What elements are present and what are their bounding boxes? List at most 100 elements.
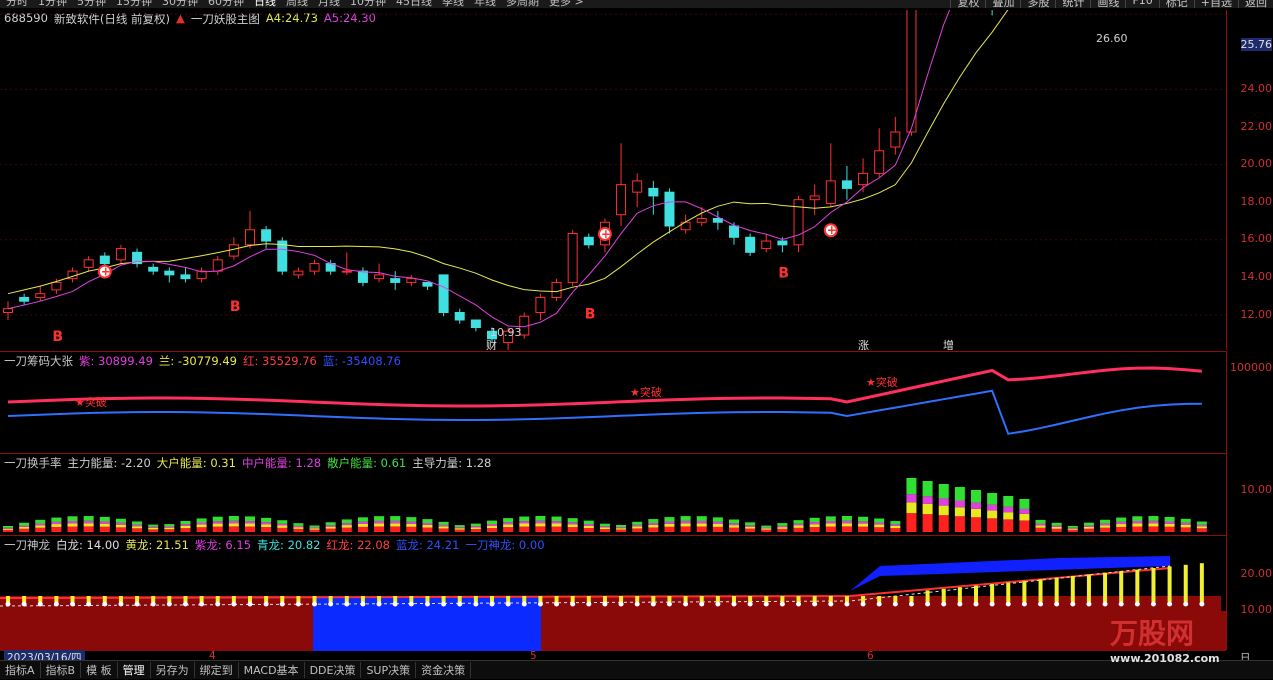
tool-1[interactable]: 叠加 xyxy=(985,0,1020,9)
candle-body xyxy=(567,233,578,283)
turnover-green-bar xyxy=(535,516,546,521)
turnover-purple-bar xyxy=(148,526,159,528)
tool-3[interactable]: 统计 xyxy=(1055,0,1090,9)
period-8[interactable]: 月线 xyxy=(318,0,340,9)
turnover-purple-bar xyxy=(325,525,336,527)
bottom-tab-6[interactable]: MACD基本 xyxy=(239,662,305,678)
turnover-yellow-bar xyxy=(551,523,562,527)
period-6[interactable]: 日线 xyxy=(254,0,276,9)
dragon-yellow-bar xyxy=(780,596,785,602)
dragon-dot xyxy=(247,601,253,607)
bottom-tab-0[interactable]: 指标A xyxy=(0,662,41,678)
turnover-red-bar xyxy=(341,527,352,532)
turnover-green-bar xyxy=(1100,519,1111,524)
period-2[interactable]: 5分钟 xyxy=(77,0,106,9)
dragon-dot xyxy=(199,601,205,607)
bottom-tab-2[interactable]: 模 板 xyxy=(81,662,118,678)
dragon-dot xyxy=(392,601,398,607)
price-tick: 24.00 xyxy=(1240,82,1273,95)
period-4[interactable]: 30分钟 xyxy=(162,0,198,9)
dragon-panel[interactable]: 一刀神龙 白龙: 14.00 黄龙: 21.51 紫龙: 6.15 青龙: 20… xyxy=(0,535,1226,651)
dragon-dot xyxy=(683,601,689,607)
tool-8[interactable]: 返回 xyxy=(1238,0,1273,9)
dragon-dot xyxy=(150,601,156,607)
turnover-green-bar xyxy=(390,516,401,521)
turnover-purple-bar xyxy=(825,521,836,524)
turnover-purple-bar xyxy=(261,522,272,525)
bottom-tab-8[interactable]: SUP决策 xyxy=(361,662,417,678)
turnover-yellow-bar xyxy=(1196,526,1207,529)
turnover-red-bar xyxy=(309,529,320,532)
turnover-axis-label: 10.00 xyxy=(1240,483,1273,496)
period-3[interactable]: 15分钟 xyxy=(116,0,152,9)
turnover-green-bar xyxy=(1196,521,1207,525)
dragon-dot xyxy=(1167,601,1173,607)
turnover-purple-bar xyxy=(971,502,981,509)
dragon-dot xyxy=(263,601,269,607)
turnover-yellow-bar xyxy=(858,523,869,527)
candle-body xyxy=(293,270,304,276)
turnover-red-bar xyxy=(245,526,255,532)
candle-body xyxy=(115,248,126,261)
turnover-red-bar xyxy=(664,526,675,532)
turnover-green-bar xyxy=(470,523,481,527)
turnover-panel[interactable]: 一刀换手率 主力能量: -2.20 大户能量: 0.31 中户能量: 1.28 … xyxy=(0,453,1226,536)
turnover-purple-bar xyxy=(357,521,368,524)
bottom-tab-5[interactable]: 绑定到 xyxy=(195,662,239,678)
period-7[interactable]: 周线 xyxy=(286,0,308,9)
period-14[interactable]: 更多 > xyxy=(549,0,584,9)
turnover-green-bar xyxy=(1116,517,1127,522)
tool-5[interactable]: F10 xyxy=(1125,0,1158,8)
period-9[interactable]: 10分钟 xyxy=(350,0,386,9)
period-13[interactable]: 多周期 xyxy=(506,0,539,9)
bottom-tab-1[interactable]: 指标B xyxy=(41,662,82,678)
period-0[interactable]: 分时 xyxy=(6,0,28,9)
dragon-dot xyxy=(360,601,366,607)
dragon-red-line xyxy=(0,567,1171,599)
period-5[interactable]: 60分钟 xyxy=(208,0,244,9)
turnover-green-bar xyxy=(487,520,497,524)
dragon-yellow-bar xyxy=(812,596,817,602)
dragon-yellow-bar xyxy=(957,587,962,602)
dragon-dot xyxy=(957,601,963,607)
main-chart-panel[interactable]: 688590 新致软件(日线 前复权) ▲ 一刀妖股主图 A4: 24.73 A5… xyxy=(0,10,1226,350)
bottom-tab-3[interactable]: 管理 xyxy=(118,662,151,678)
dragon-yellow-bar xyxy=(199,596,204,602)
turnover-purple-bar xyxy=(551,521,562,524)
turnover-green-bar xyxy=(19,522,30,526)
turnover-red-bar xyxy=(971,517,981,532)
candle-body xyxy=(906,10,917,133)
turnover-green-bar xyxy=(841,516,852,521)
dragon-dot xyxy=(844,601,850,607)
tool-4[interactable]: 画线 xyxy=(1090,0,1125,9)
turnover-purple-bar xyxy=(680,520,691,524)
bottom-tab-9[interactable]: 资金决策 xyxy=(416,662,472,678)
bottom-tab-7[interactable]: DDE决策 xyxy=(305,662,362,678)
turnover-yellow-bar xyxy=(1148,523,1159,527)
turnover-red-bar xyxy=(1180,527,1191,532)
tool-0[interactable]: 复权 xyxy=(950,0,985,9)
chip-panel[interactable]: 一刀筹码大张 紫: 30899.49 兰: -30779.49 红: 35529… xyxy=(0,351,1226,454)
period-10[interactable]: 45日线 xyxy=(396,0,432,9)
candle-body xyxy=(261,229,272,242)
turnover-red-bar xyxy=(519,526,530,532)
period-11[interactable]: 季线 xyxy=(442,0,464,9)
dragon-dot xyxy=(215,601,221,607)
dragon-dot xyxy=(908,601,914,607)
turnover-green-bar xyxy=(599,523,610,527)
dragon-yellow-bar xyxy=(909,596,914,602)
dragon-dot xyxy=(796,601,802,607)
turnover-red-bar xyxy=(825,526,836,532)
period-1[interactable]: 1分钟 xyxy=(38,0,67,9)
watermark-logo: 万股网 www.201082.com xyxy=(1110,612,1220,665)
turnover-purple-bar xyxy=(1051,525,1062,527)
tool-2[interactable]: 多股 xyxy=(1020,0,1055,9)
dragon-dot xyxy=(860,601,866,607)
period-12[interactable]: 年线 xyxy=(474,0,496,9)
tool-6[interactable]: 标记 xyxy=(1158,0,1194,9)
turnover-yellow-bar xyxy=(99,523,110,527)
candlestick-chart[interactable]: B B B B + + +26.60 10.93财 涨 增 xyxy=(0,10,1226,350)
turnover-yellow-bar xyxy=(51,524,62,527)
tool-7[interactable]: +自选 xyxy=(1193,0,1238,9)
bottom-tab-4[interactable]: 另存为 xyxy=(151,662,195,678)
